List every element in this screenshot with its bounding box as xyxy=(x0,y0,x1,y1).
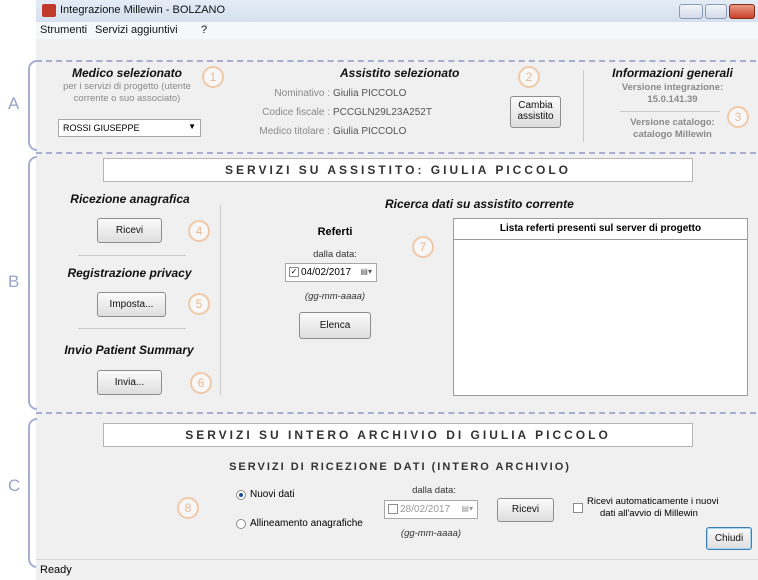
allineamento-radio[interactable] xyxy=(236,519,246,529)
cambia-assistito-label-2: assistito xyxy=(517,111,554,122)
section-a-divider xyxy=(583,70,584,142)
marker-5: 5 xyxy=(188,293,210,315)
ricezione-anagrafica-title: Ricezione anagrafica xyxy=(70,192,190,206)
medico-subtitle-2: corrente o suo associato) xyxy=(73,93,181,104)
referti-date-value: 04/02/2017 xyxy=(301,267,352,278)
nuovi-dati-label: Nuovi dati xyxy=(250,489,295,500)
marker-6: 6 xyxy=(190,372,212,394)
marker-2: 2 xyxy=(518,66,540,88)
marker-3: 3 xyxy=(727,106,749,128)
section-b-divider xyxy=(220,205,221,395)
imposta-privacy-button[interactable]: Imposta... xyxy=(97,292,166,317)
ricevi-archivio-button[interactable]: Ricevi xyxy=(497,498,554,522)
ricezione-dati-subheader: SERVIZI DI RICEZIONE DATI (INTERO ARCHIV… xyxy=(229,461,571,473)
cambia-assistito-label-1: Cambia xyxy=(518,100,553,111)
servizi-assistito-header: SERVIZI SU ASSISTITO: GIULIA PICCOLO xyxy=(103,158,693,182)
referti-list[interactable]: Lista referti presenti sul server di pro… xyxy=(453,218,748,396)
ricevi-anagrafica-button[interactable]: Ricevi xyxy=(97,218,162,243)
version-label: Versione integrazione: xyxy=(621,82,724,93)
archivio-date-format: (gg-mm-aaaa) xyxy=(400,528,462,539)
section-c-bracket xyxy=(28,418,37,568)
referti-title: Referti xyxy=(317,226,353,238)
nominativo-label: Nominativo : xyxy=(274,88,330,99)
codice-fiscale-value: PCCGLN29L23A252T xyxy=(333,107,432,118)
divider-2 xyxy=(78,328,186,329)
menu-strumenti[interactable]: Strumenti xyxy=(40,24,87,36)
ricerca-dati-title: Ricerca dati su assistito corrente xyxy=(385,197,574,211)
status-text: Ready xyxy=(40,564,72,576)
cambia-assistito-button[interactable]: Cambia assistito xyxy=(510,96,561,128)
app-icon xyxy=(42,4,56,17)
elenca-button[interactable]: Elenca xyxy=(299,312,371,339)
registrazione-privacy-title: Registrazione privacy xyxy=(67,266,192,280)
archivio-date-checkbox[interactable] xyxy=(388,504,398,514)
close-window-button[interactable] xyxy=(729,4,755,19)
minimize-button[interactable] xyxy=(679,4,703,19)
medico-select[interactable]: ROSSI GIUSEPPE ▼ xyxy=(58,119,201,137)
calendar-dropdown-icon: ▤▾ xyxy=(360,267,372,276)
section-ab-border xyxy=(36,152,756,154)
radio-selected-dot xyxy=(239,493,243,497)
marker-7: 7 xyxy=(412,236,434,258)
calendar-dropdown-icon: ▤▾ xyxy=(461,504,473,513)
divider-1 xyxy=(78,255,186,256)
section-b-bracket xyxy=(28,156,37,410)
codice-fiscale-label: Codice fiscale : xyxy=(262,107,330,118)
chiudi-button[interactable]: Chiudi xyxy=(706,527,752,550)
section-label-a: A xyxy=(8,94,20,113)
medico-subtitle-1: per i servizi di progetto (utente xyxy=(63,81,191,92)
section-label-c: C xyxy=(8,476,21,495)
referti-list-header: Lista referti presenti sul server di pro… xyxy=(454,219,747,240)
auto-ricevi-label-1: Ricevi automaticamente i nuovi xyxy=(587,496,719,507)
medico-title: Medico selezionato xyxy=(71,66,183,80)
referti-dalla-data-label: dalla data: xyxy=(313,249,357,260)
nominativo-value: Giulia PICCOLO xyxy=(333,88,407,99)
marker-8: 8 xyxy=(177,497,199,519)
section-label-b: B xyxy=(8,272,20,291)
medico-titolare-value: Giulia PICCOLO xyxy=(333,126,407,137)
catalog-value: catalogo Millewin xyxy=(633,129,712,140)
marker-1: 1 xyxy=(202,66,224,88)
archivio-date-value: 28/02/2017 xyxy=(400,504,451,515)
menu-help[interactable]: ? xyxy=(201,24,207,36)
invia-summary-button[interactable]: Invia... xyxy=(97,370,162,395)
section-bc-border xyxy=(36,412,756,414)
referti-date-checkbox[interactable]: ✓ xyxy=(289,267,299,277)
nuovi-dati-radio[interactable] xyxy=(236,490,246,500)
archivio-dalla-data-label: dalla data: xyxy=(412,485,456,496)
medico-select-value: ROSSI GIUSEPPE xyxy=(63,123,140,133)
version-value: 15.0.141.39 xyxy=(647,94,698,105)
info-divider xyxy=(620,111,720,112)
section-a-bracket xyxy=(28,60,37,151)
medico-titolare-label: Medico titolare : xyxy=(259,126,330,137)
window-title: Integrazione Millewin - BOLZANO xyxy=(60,4,226,16)
servizi-archivio-header: SERVIZI SU INTERO ARCHIVIO DI GIULIA PIC… xyxy=(103,423,693,447)
auto-ricevi-label-2: dati all'avvio di Millewin xyxy=(600,508,698,519)
archivio-date-picker[interactable]: 28/02/2017 ▤▾ xyxy=(384,500,478,519)
status-bar: Ready xyxy=(36,559,758,580)
maximize-button[interactable] xyxy=(705,4,727,19)
referti-date-format: (gg-mm-aaaa) xyxy=(304,291,366,302)
section-a-border xyxy=(36,60,756,62)
assistito-title: Assistito selezionato xyxy=(340,66,460,80)
referti-date-picker[interactable]: ✓ 04/02/2017 ▤▾ xyxy=(285,263,377,282)
info-title: Informazioni generali xyxy=(612,66,733,80)
auto-ricevi-checkbox[interactable] xyxy=(573,503,583,513)
chevron-down-icon: ▼ xyxy=(188,122,196,131)
menu-servizi-aggiuntivi[interactable]: Servizi aggiuntivi xyxy=(95,24,178,36)
marker-4: 4 xyxy=(188,220,210,242)
patient-summary-title: Invio Patient Summary xyxy=(64,343,194,357)
allineamento-label: Allineamento anagrafiche xyxy=(250,518,363,529)
